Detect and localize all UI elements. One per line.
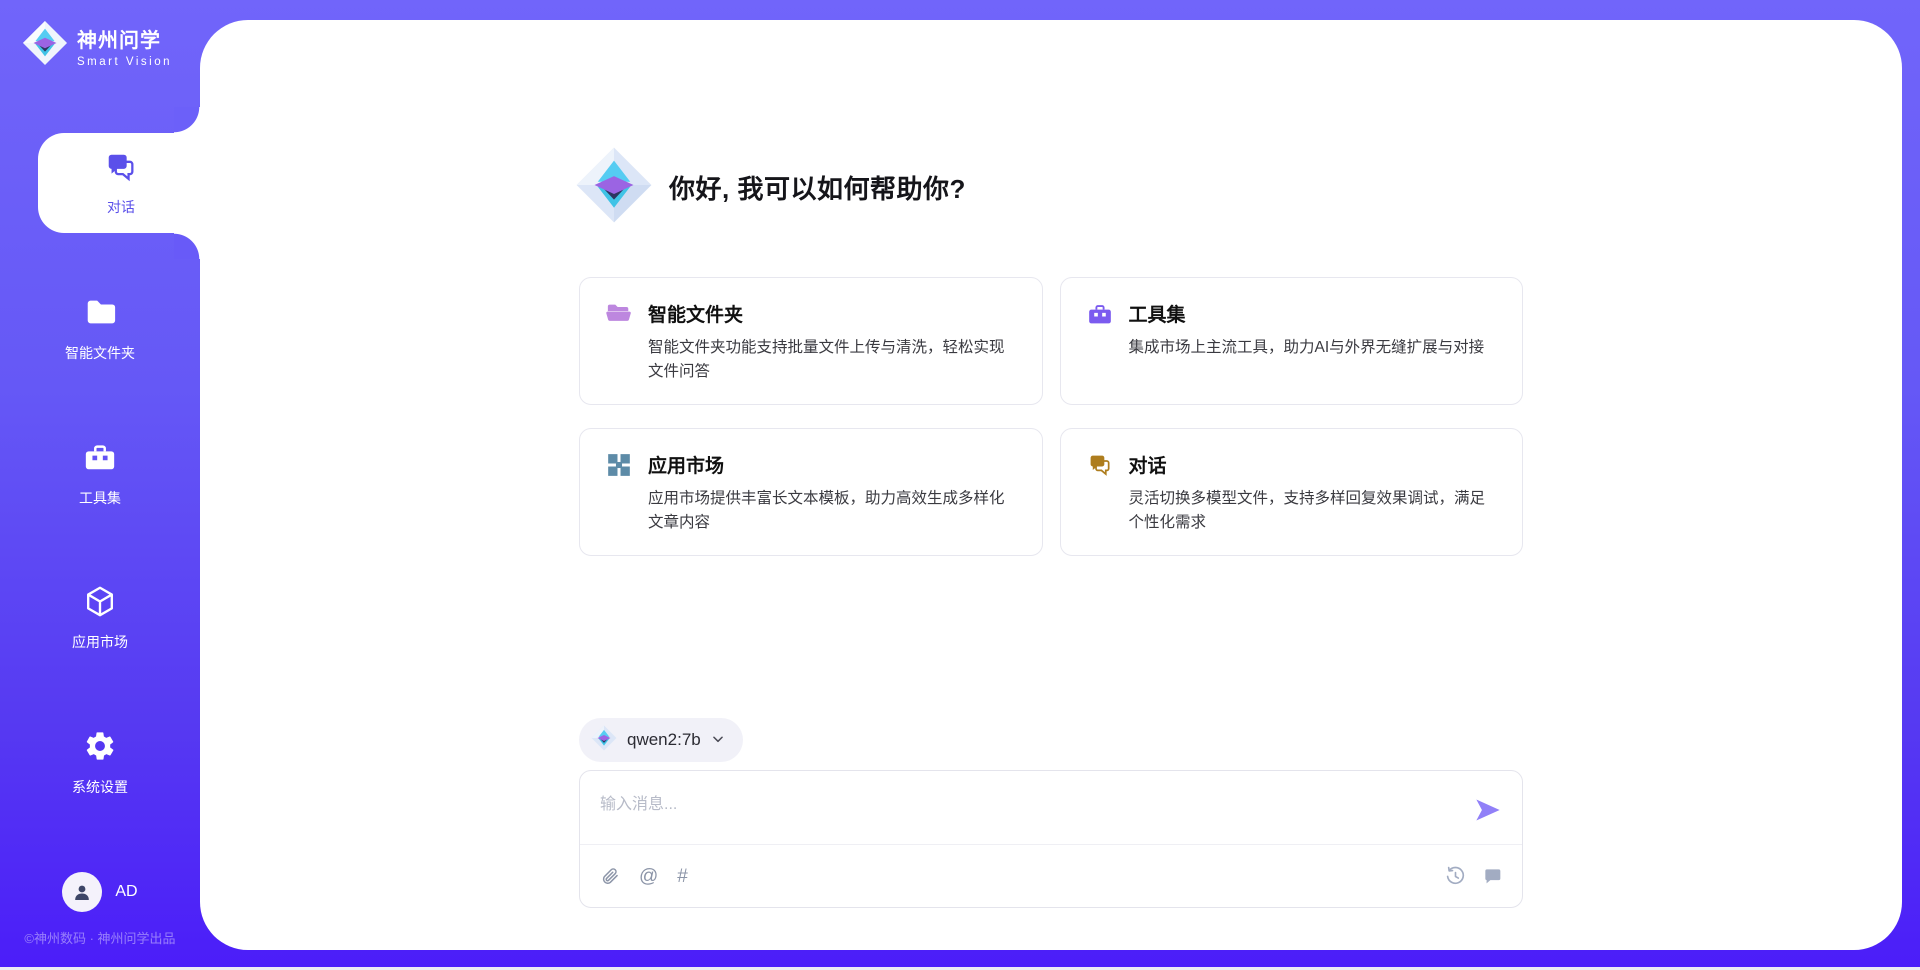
sidebar: 神州问学 Smart Vision 对话 智能文件夹 工具集 <box>0 0 200 970</box>
chat-icon <box>104 150 138 189</box>
card-title: 对话 <box>1129 451 1497 478</box>
tab-fillet-bottom <box>174 233 200 259</box>
composer-toolbar: @ # <box>580 844 1522 907</box>
comment-icon[interactable] <box>1482 866 1502 886</box>
sidebar-item-smart-folder[interactable]: 智能文件夹 <box>0 295 200 363</box>
apps-grid-icon <box>606 452 632 533</box>
card-title: 智能文件夹 <box>648 300 1016 327</box>
sidebar-item-label: 工具集 <box>79 488 121 508</box>
chat-icon <box>1087 452 1113 533</box>
send-icon[interactable] <box>1474 796 1502 824</box>
card-desc: 智能文件夹功能支持批量文件上传与清洗，轻松实现文件问答 <box>648 336 1016 384</box>
sidebar-item-app-market[interactable]: 应用市场 <box>0 584 200 652</box>
card-title: 工具集 <box>1129 300 1485 327</box>
cube-icon <box>82 584 118 623</box>
sidebar-item-label: 应用市场 <box>72 632 128 652</box>
card-desc: 集成市场上主流工具，助力AI与外界无缝扩展与对接 <box>1129 336 1485 360</box>
tab-fillet-top <box>174 107 200 133</box>
app-name: 神州问学 <box>77 24 172 53</box>
card-app-market[interactable]: 应用市场 应用市场提供丰富长文本模板，助力高效生成多样化文章内容 <box>579 428 1043 556</box>
card-toolset[interactable]: 工具集 集成市场上主流工具，助力AI与外界无缝扩展与对接 <box>1060 277 1524 405</box>
toolbox-icon <box>1087 301 1113 382</box>
copyright-footer: ©神州数码 · 神州问学出品 <box>0 928 200 947</box>
message-composer: @ # <box>579 770 1523 908</box>
model-selector[interactable]: qwen2:7b <box>579 718 743 762</box>
sidebar-item-chat[interactable]: 对话 <box>38 133 204 233</box>
app-tagline: Smart Vision <box>77 56 172 68</box>
greeting: 你好, 我可以如何帮助你? <box>575 146 966 229</box>
greeting-title: 你好, 我可以如何帮助你? <box>669 169 966 206</box>
card-chat[interactable]: 对话 灵活切换多模型文件，支持多样回复效果调试，满足个性化需求 <box>1060 428 1524 556</box>
sidebar-item-toolset[interactable]: 工具集 <box>0 440 200 508</box>
history-icon[interactable] <box>1445 866 1466 887</box>
app-logo: 神州问学 Smart Vision <box>22 20 172 71</box>
sidebar-item-settings[interactable]: 系统设置 <box>0 729 200 797</box>
folder-icon <box>82 295 118 334</box>
user-name: AD <box>115 883 137 901</box>
folder-open-icon <box>606 301 632 382</box>
brand-diamond-icon <box>575 146 653 229</box>
feature-cards: 智能文件夹 智能文件夹功能支持批量文件上传与清洗，轻松实现文件问答 工具集 集成… <box>579 277 1523 556</box>
toolbox-icon <box>82 440 118 479</box>
model-name: qwen2:7b <box>627 730 701 750</box>
card-smart-folder[interactable]: 智能文件夹 智能文件夹功能支持批量文件上传与清洗，轻松实现文件问答 <box>579 277 1043 405</box>
card-desc: 灵活切换多模型文件，支持多样回复效果调试，满足个性化需求 <box>1129 487 1497 535</box>
hash-icon[interactable]: # <box>677 867 688 886</box>
sidebar-item-label: 系统设置 <box>72 777 128 797</box>
user-account[interactable]: AD <box>0 872 200 912</box>
attachment-icon[interactable] <box>600 866 620 886</box>
card-desc: 应用市场提供丰富长文本模板，助力高效生成多样化文章内容 <box>648 487 1016 535</box>
mention-icon[interactable]: @ <box>639 867 658 886</box>
gear-icon <box>83 729 117 768</box>
chevron-down-icon <box>711 732 725 751</box>
sidebar-item-label: 对话 <box>107 197 135 217</box>
sidebar-item-label: 智能文件夹 <box>65 343 135 363</box>
main-panel: 你好, 我可以如何帮助你? 智能文件夹 智能文件夹功能支持批量文件上传与清洗，轻… <box>200 20 1902 950</box>
card-title: 应用市场 <box>648 451 1016 478</box>
message-input[interactable] <box>580 771 1460 843</box>
logo-diamond-icon <box>22 20 68 71</box>
model-diamond-icon <box>591 725 617 756</box>
content-column: 你好, 我可以如何帮助你? 智能文件夹 智能文件夹功能支持批量文件上传与清洗，轻… <box>579 20 1523 950</box>
avatar <box>62 872 102 912</box>
